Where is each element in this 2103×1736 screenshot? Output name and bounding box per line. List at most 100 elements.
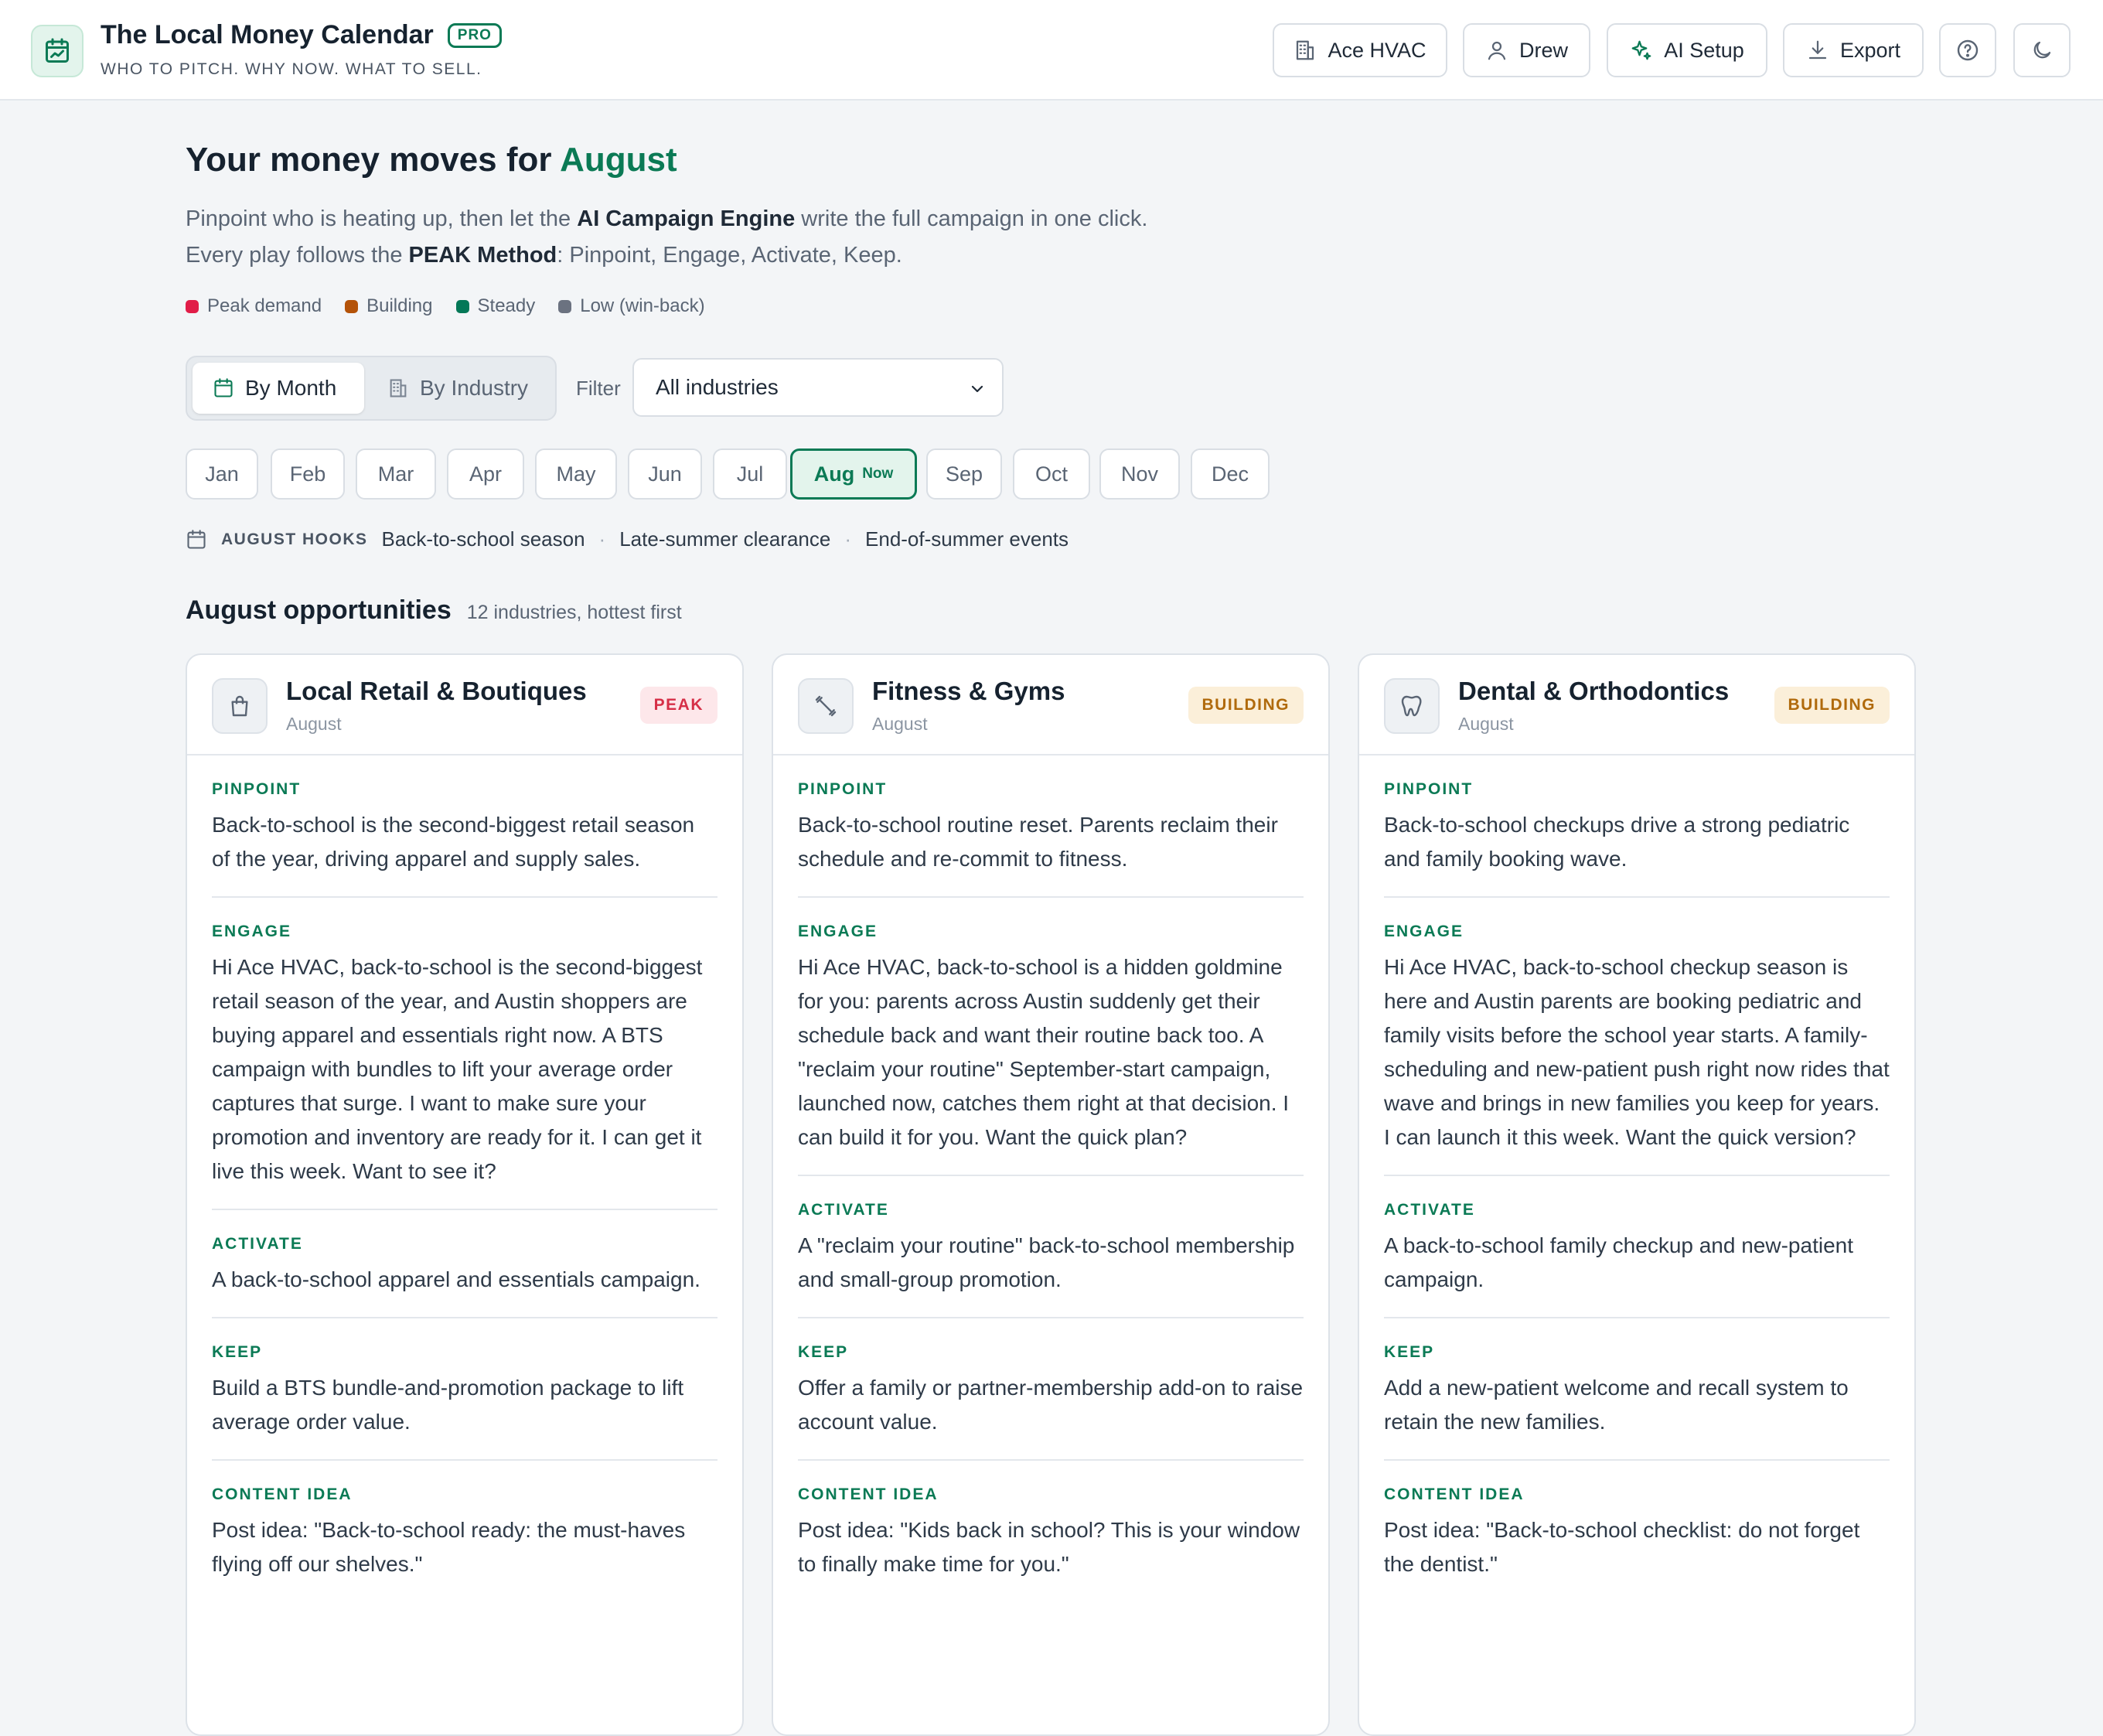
tab-by-industry[interactable]: By Industry	[367, 363, 553, 414]
section-label: CONTENT IDEA	[212, 1485, 353, 1503]
section-text: A back-to-school family checkup and new-…	[1384, 1233, 1853, 1291]
section-label: PINPOINT	[1384, 780, 1474, 798]
legend-label: Steady	[477, 295, 536, 316]
page-title-prefix: Your money moves for	[186, 141, 552, 179]
month-oct[interactable]: Oct	[1013, 448, 1090, 500]
month-jan[interactable]: Jan	[186, 448, 258, 500]
opportunity-card-retail[interactable]: Local Retail & Boutiques August PEAK PIN…	[186, 653, 744, 1736]
month-dec[interactable]: Dec	[1191, 448, 1270, 500]
intro-line1-suffix: write the full campaign in one click.	[801, 206, 1148, 231]
page-title-month: August	[560, 141, 677, 179]
month-may[interactable]: May	[535, 448, 617, 500]
section-label: PINPOINT	[798, 780, 888, 798]
section-label: CONTENT IDEA	[1384, 1485, 1525, 1503]
section-text: A "reclaim your routine" back-to-school …	[798, 1233, 1295, 1291]
tab-by-month[interactable]: By Month	[193, 363, 364, 414]
help-icon	[1955, 38, 1980, 63]
month-jul[interactable]: Jul	[713, 448, 787, 500]
month-label: Nov	[1120, 462, 1158, 486]
opportunity-card-dental[interactable]: Dental & Orthodontics August BUILDING PI…	[1358, 653, 1916, 1736]
pro-badge: PRO	[447, 22, 502, 48]
legend-item-building: Building	[345, 295, 433, 317]
card-section-activate: ACTIVATE A back-to-school apparel and es…	[212, 1210, 717, 1318]
calendar-logo-icon	[31, 25, 84, 77]
now-tag: Now	[862, 466, 894, 482]
export-label: Export	[1839, 38, 1901, 62]
card-section-activate: ACTIVATE A "reclaim your routine" back-t…	[798, 1176, 1304, 1318]
card-month: August	[872, 714, 928, 734]
chevron-down-icon	[968, 380, 987, 398]
industry-filter-select[interactable]: All industries	[632, 358, 1004, 417]
app-title-text: The Local Money Calendar	[101, 20, 434, 49]
month-sep[interactable]: Sep	[926, 448, 1002, 500]
ai-setup-label: AI Setup	[1664, 38, 1744, 62]
month-nov[interactable]: Nov	[1099, 448, 1180, 500]
month-label: Oct	[1034, 462, 1068, 486]
calendar-icon	[213, 377, 234, 399]
status-badge: PEAK	[639, 687, 717, 724]
hook-item: End-of-summer events	[865, 527, 1069, 551]
card-body: PINPOINT Back-to-school is the second-bi…	[187, 755, 742, 1601]
export-button[interactable]: Export	[1783, 23, 1924, 77]
user-name: Drew	[1518, 38, 1568, 62]
section-text: Back-to-school is the second-biggest ret…	[212, 813, 695, 871]
user-button[interactable]: Drew	[1463, 23, 1590, 77]
section-label: ENGAGE	[798, 923, 878, 940]
card-header: Dental & Orthodontics August BUILDING	[1359, 655, 1914, 755]
tooth-icon	[1384, 678, 1440, 734]
dumbbell-icon	[798, 678, 854, 734]
month-apr[interactable]: Apr	[447, 448, 524, 500]
section-text: Back-to-school checkups drive a strong p…	[1384, 813, 1850, 871]
hook-separator: ·	[844, 527, 852, 551]
legend-dot	[345, 299, 359, 313]
legend-item-peak: Peak demand	[186, 295, 322, 317]
business-selector-button[interactable]: Ace HVAC	[1273, 23, 1447, 77]
section-label: KEEP	[798, 1343, 849, 1361]
month-feb[interactable]: Feb	[271, 448, 345, 500]
opportunities-subtitle: 12 industries, hottest first	[466, 602, 682, 623]
theme-toggle-button[interactable]	[2013, 23, 2071, 77]
calendar-icon	[186, 529, 207, 551]
section-text: Hi Ace HVAC, back-to-school checkup seas…	[1384, 955, 1890, 1149]
section-text: Offer a family or partner-membership add…	[798, 1376, 1304, 1434]
month-mar[interactable]: Mar	[356, 448, 436, 500]
section-label: KEEP	[212, 1343, 263, 1361]
section-label: CONTENT IDEA	[798, 1485, 939, 1503]
help-button[interactable]	[1939, 23, 1996, 77]
tab-by-industry-label: By Industry	[420, 376, 529, 400]
section-label: ACTIVATE	[212, 1235, 303, 1253]
section-text: Post idea: "Back-to-school ready: the mu…	[212, 1518, 686, 1576]
month-aug[interactable]: Aug Now	[790, 448, 917, 500]
app-tagline: WHO TO PITCH. WHY NOW. WHAT TO SELL.	[101, 60, 482, 78]
status-badge: BUILDING	[1774, 687, 1890, 724]
legend-label: Building	[366, 295, 433, 316]
month-label: Jun	[648, 462, 682, 486]
section-text: Build a BTS bundle-and-promotion package…	[212, 1376, 684, 1434]
card-section-keep: KEEP Build a BTS bundle-and-promotion pa…	[212, 1318, 717, 1461]
section-text: Back-to-school routine reset. Parents re…	[798, 813, 1278, 871]
month-label: Feb	[289, 462, 326, 486]
card-month: August	[286, 714, 342, 734]
user-icon	[1485, 39, 1508, 62]
legend-item-low: Low (win-back)	[558, 295, 705, 317]
month-label: Dec	[1211, 462, 1249, 486]
section-text: Post idea: "Back-to-school checklist: do…	[1384, 1518, 1860, 1576]
section-text: A back-to-school apparel and essentials …	[212, 1267, 700, 1291]
building-icon	[1293, 39, 1317, 62]
section-text: Hi Ace HVAC, back-to-school is a hidden …	[798, 955, 1290, 1149]
building-icon	[387, 377, 409, 399]
section-label: ACTIVATE	[1384, 1201, 1475, 1219]
legend-dot	[455, 299, 469, 313]
card-section-pinpoint: PINPOINT Back-to-school checkups drive a…	[1384, 755, 1890, 898]
hook-separator: ·	[598, 527, 606, 551]
month-label: Jul	[736, 462, 764, 486]
card-section-content-idea: CONTENT IDEA Post idea: "Kids back in sc…	[798, 1461, 1304, 1601]
intro-line1-bold: AI Campaign Engine	[577, 206, 796, 231]
opportunity-card-fitness[interactable]: Fitness & Gyms August BUILDING PINPOINT …	[772, 653, 1330, 1736]
month-jun[interactable]: Jun	[628, 448, 702, 500]
hook-item: Back-to-school season	[381, 527, 585, 551]
card-section-keep: KEEP Offer a family or partner-membershi…	[798, 1318, 1304, 1461]
ai-setup-button[interactable]: AI Setup	[1607, 23, 1767, 77]
intro-line2-suffix: : Pinpoint, Engage, Activate, Keep.	[557, 243, 902, 268]
app-title: The Local Money Calendar PRO	[101, 20, 502, 50]
